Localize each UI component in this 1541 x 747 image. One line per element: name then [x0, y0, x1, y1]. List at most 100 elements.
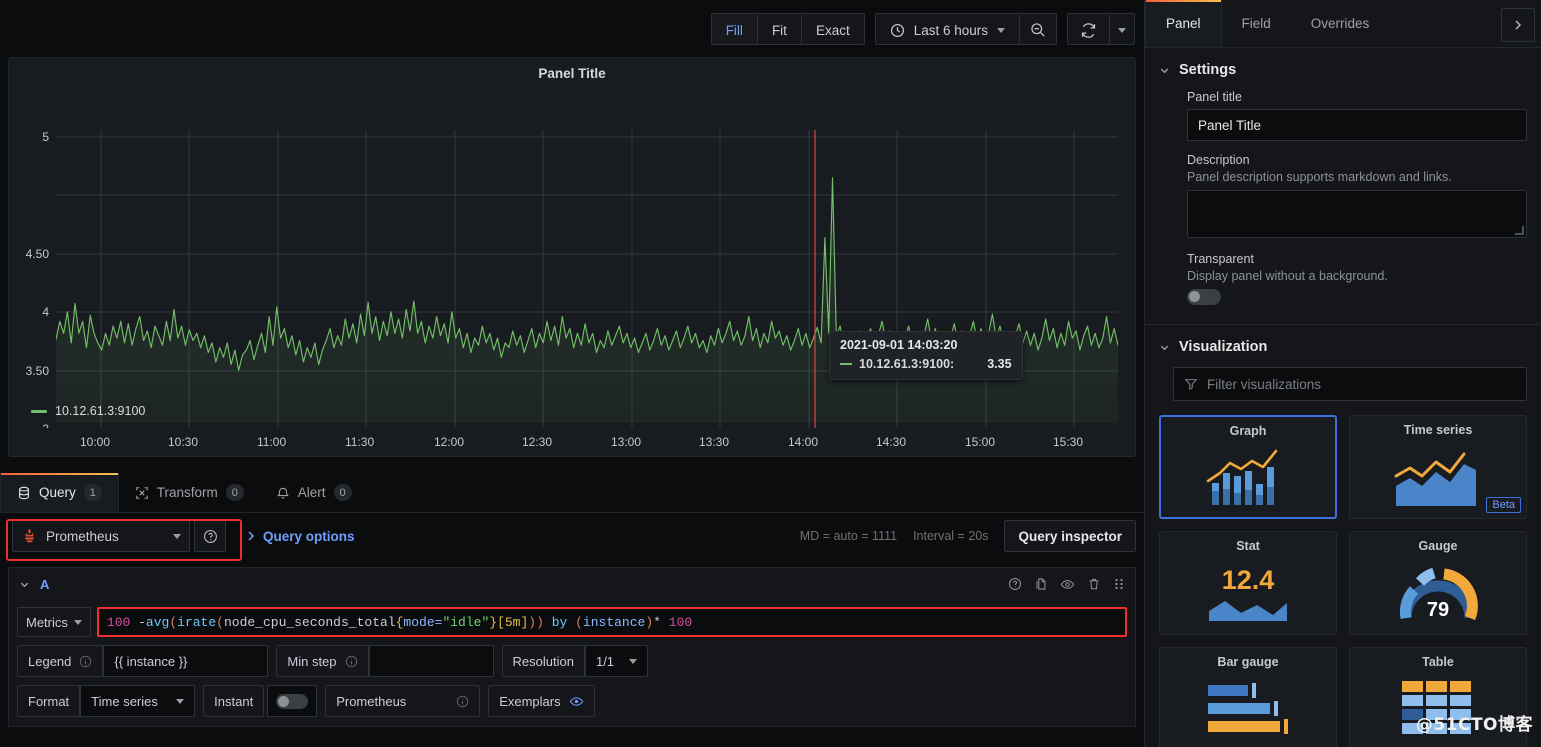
viz-option-bar-gauge[interactable]: Bar gauge	[1159, 647, 1337, 747]
chevron-right-icon	[246, 530, 256, 542]
options-panel: Panel Field Overrides Settings Panel tit…	[1144, 0, 1541, 747]
visualization-title: Visualization	[1179, 339, 1268, 355]
visualization-section-header[interactable]: Visualization	[1145, 325, 1541, 363]
query-inspector-button[interactable]: Query inspector	[1004, 520, 1136, 552]
tab-transform-label: Transform	[156, 485, 218, 500]
resolution-select[interactable]: 1/1	[584, 645, 648, 677]
metrics-label: Metrics	[26, 614, 68, 630]
expression-token: "idle"	[442, 614, 490, 630]
query-expression-input[interactable]: 100 - avg(irate(node_cpu_seconds_total{mo…	[96, 607, 1127, 637]
datasource-help-button[interactable]	[194, 520, 226, 552]
tab-panel[interactable]: Panel	[1145, 0, 1222, 47]
database-icon	[17, 486, 31, 500]
datasource-name: Prometheus	[46, 528, 119, 544]
interval-text: Interval = 20s	[913, 529, 989, 543]
expression-token: irate	[177, 614, 217, 630]
time-range-label: Last 6 hours	[913, 22, 988, 38]
bar-gauge-thumbnail-icon	[1160, 669, 1336, 747]
query-options-label: Query options	[263, 528, 355, 544]
resolution-label: Resolution	[501, 645, 585, 677]
viz-option-stat[interactable]: Stat 12.4	[1159, 531, 1337, 635]
tab-transform-count: 0	[225, 484, 244, 501]
tab-alert[interactable]: Alert 0	[260, 473, 368, 512]
time-range-picker[interactable]: Last 6 hours	[875, 14, 1020, 44]
svg-text:3: 3	[42, 422, 49, 428]
format-select[interactable]: Time series	[80, 685, 196, 717]
eye-icon[interactable]	[1060, 577, 1075, 592]
tab-query[interactable]: Query 1	[0, 473, 119, 512]
gauge-thumbnail-value: 79	[1427, 599, 1449, 621]
tooltip-series-row: 10.12.61.3:9100: 3.35	[840, 357, 1012, 371]
drag-handle-icon[interactable]	[1113, 577, 1125, 591]
transparent-label: Transparent	[1187, 252, 1254, 266]
time-range-group: Last 6 hours	[874, 13, 1057, 45]
viz-option-graph[interactable]: Graph	[1159, 415, 1337, 519]
viz-option-graph-label: Graph	[1229, 424, 1267, 438]
format-value: Time series	[91, 693, 158, 709]
graph-tooltip: 2021-09-01 14:03:20 10.12.61.3:9100: 3.3…	[829, 331, 1023, 380]
zoom-out-button[interactable]	[1020, 14, 1056, 44]
viz-option-gauge[interactable]: Gauge 79	[1349, 531, 1527, 635]
editor-left-column: Fill Fit Exact Last 6 hours Panel Title …	[0, 0, 1144, 747]
exemplars-label[interactable]: Exemplars	[488, 685, 595, 717]
prometheus-label-text: Prometheus	[336, 693, 407, 709]
tab-query-label: Query	[39, 485, 76, 500]
collapse-options-button[interactable]	[1501, 8, 1535, 42]
filter-visualizations-input[interactable]: Filter visualizations	[1173, 367, 1527, 401]
instant-toggle-knob	[278, 695, 290, 707]
exemplar-eye-icon[interactable]	[569, 694, 584, 709]
chevron-down-icon	[628, 658, 637, 664]
info-circle-icon[interactable]	[345, 655, 358, 668]
graph-legend[interactable]: 10.12.61.3:9100	[9, 400, 145, 422]
tab-transform[interactable]: Transform 0	[119, 473, 260, 512]
query-options-toggle[interactable]: Query options	[246, 529, 355, 544]
expression-token: {	[395, 614, 404, 630]
prometheus-icon	[21, 528, 38, 545]
chevron-down-icon	[176, 698, 185, 704]
expression-line: Metrics 100 - avg(irate(node_cpu_seconds_…	[17, 607, 1127, 637]
description-textarea[interactable]	[1187, 190, 1527, 238]
help-circle-icon[interactable]	[1008, 577, 1022, 591]
info-circle-icon[interactable]	[79, 655, 92, 668]
chevron-down-icon	[1159, 342, 1170, 353]
trash-icon[interactable]	[1087, 577, 1101, 591]
viz-option-table-label: Table	[1422, 655, 1454, 669]
chevron-down-icon[interactable]	[19, 579, 30, 590]
query-row-letter[interactable]: A	[40, 577, 49, 592]
datasource-picker[interactable]: Prometheus	[12, 520, 190, 552]
legend-input[interactable]: {{ instance }}	[103, 645, 269, 677]
exact-button[interactable]: Exact	[801, 14, 864, 44]
viz-option-stat-label: Stat	[1236, 539, 1260, 553]
expression-token: 100	[106, 614, 139, 630]
graph-area[interactable]: 5 4.50 4 3.50 3 2.50	[9, 88, 1137, 449]
legend-series-name[interactable]: 10.12.61.3:9100	[55, 404, 145, 418]
legend-field: Legend {{ instance }}	[17, 645, 269, 677]
transparent-toggle[interactable]	[1187, 289, 1527, 310]
fit-button[interactable]: Fit	[757, 14, 802, 44]
min-step-input[interactable]	[368, 645, 494, 677]
refresh-icon	[1080, 22, 1097, 39]
refresh-button[interactable]	[1068, 14, 1110, 44]
info-circle-icon[interactable]	[456, 695, 469, 708]
tooltip-series-name: 10.12.61.3:9100:	[859, 357, 955, 371]
duplicate-icon[interactable]	[1034, 577, 1048, 591]
tab-overrides[interactable]: Overrides	[1291, 0, 1390, 47]
exemplars-label-text: Exemplars	[499, 693, 561, 709]
expression-token: (	[216, 614, 224, 630]
top-toolbar: Fill Fit Exact Last 6 hours	[0, 0, 1144, 58]
resolution-value: 1/1	[595, 653, 615, 669]
viz-option-time-series[interactable]: Time series Beta	[1349, 415, 1527, 519]
legend-color-swatch	[31, 409, 47, 413]
metrics-browser-button[interactable]: Metrics	[17, 607, 91, 637]
panel-title-option: Panel title Panel Title	[1145, 86, 1541, 141]
expression-token: (	[575, 614, 583, 630]
expression-token: ))	[528, 614, 544, 630]
refresh-interval-dropdown[interactable]	[1110, 14, 1134, 44]
stat-thumbnail-value: 12.4	[1221, 564, 1275, 595]
settings-section-header[interactable]: Settings	[1145, 48, 1541, 86]
format-field: Format Time series	[17, 685, 196, 717]
instant-toggle[interactable]	[267, 685, 318, 717]
panel-title-input[interactable]: Panel Title	[1187, 109, 1527, 141]
tab-field[interactable]: Field	[1222, 0, 1291, 47]
fill-button[interactable]: Fill	[711, 14, 758, 44]
